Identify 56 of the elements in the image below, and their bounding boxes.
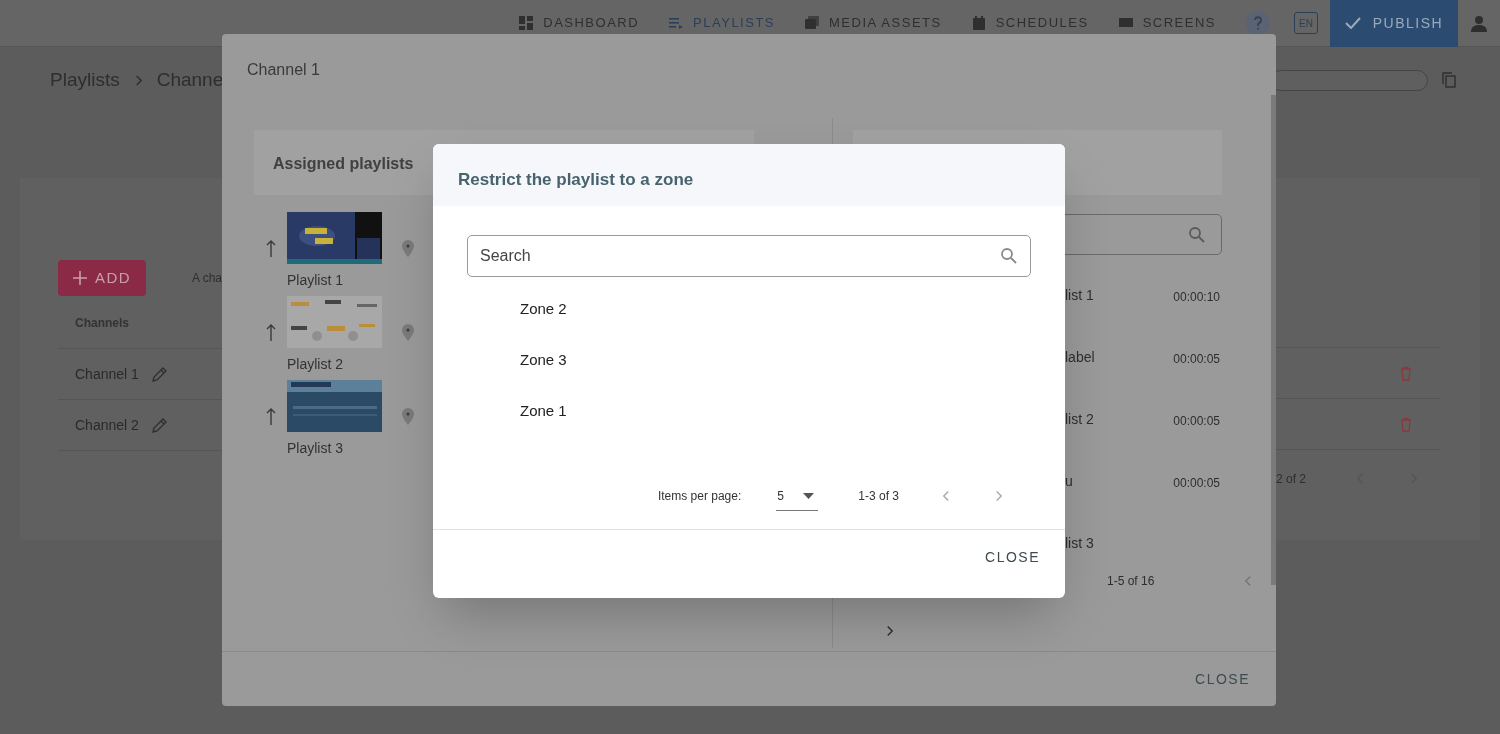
playlist-name: label (1065, 348, 1095, 367)
playlist-name: Playlist 3 (287, 439, 345, 458)
playlist-name: list 3 (1065, 534, 1094, 553)
dialog-title: Restrict the playlist to a zone (433, 144, 1065, 206)
duration: 00:00:05 (1173, 413, 1220, 430)
close-button[interactable]: CLOSE (985, 547, 1040, 568)
reorder-icon[interactable] (266, 324, 276, 342)
user-icon[interactable] (1471, 14, 1487, 32)
close-button[interactable]: CLOSE (1195, 668, 1250, 690)
plus-icon (72, 271, 87, 285)
playlist-name: list 2 (1065, 410, 1094, 429)
language-button[interactable]: EN (1294, 12, 1318, 34)
playlist-name: list 1 (1065, 286, 1094, 305)
monitor-icon (1118, 16, 1133, 30)
location-pin-icon[interactable] (402, 240, 414, 257)
dashboard-icon (519, 16, 534, 30)
search-field[interactable]: Search (467, 235, 1031, 277)
image-icon (805, 16, 819, 30)
trash-icon[interactable] (1400, 365, 1412, 381)
playlist-name: u (1065, 472, 1073, 491)
nav-tab[interactable]: PLAYLISTS (669, 0, 775, 47)
add-button[interactable]: ADD (58, 260, 146, 296)
scrollbar[interactable] (1271, 95, 1276, 585)
items-per-page-label: Items per page: (657, 488, 742, 505)
next-page-icon[interactable] (885, 624, 894, 638)
help-icon[interactable] (1246, 11, 1270, 35)
zone-item[interactable]: Zone 2 (520, 295, 720, 346)
previous-page-icon[interactable] (942, 489, 951, 503)
duration: 00:00:10 (1173, 289, 1220, 306)
reorder-icon[interactable] (266, 240, 276, 258)
list-icon (669, 16, 684, 30)
copy-icon[interactable] (1442, 72, 1456, 88)
zone-item[interactable]: Zone 3 (520, 346, 720, 397)
location-pin-icon[interactable] (402, 408, 414, 425)
dialog-title: Channel 1 (246, 60, 321, 80)
calendar-icon (971, 16, 986, 30)
dropdown-arrow-icon (803, 492, 815, 499)
pagination-range: 1-3 of 3 (858, 488, 899, 505)
chevron-right-icon[interactable] (133, 73, 143, 87)
playlist-name: Playlist 1 (287, 271, 345, 290)
check-icon (1344, 17, 1361, 29)
pencil-icon[interactable] (150, 365, 168, 383)
pencil-icon[interactable] (150, 416, 168, 434)
search-icon (1188, 226, 1205, 243)
location-pin-icon[interactable] (402, 324, 414, 341)
duration: 00:00:05 (1173, 475, 1220, 492)
trash-icon[interactable] (1400, 416, 1412, 432)
next-page-icon[interactable] (994, 489, 1003, 503)
search-icon (1000, 247, 1017, 264)
duration: 00:00:05 (1173, 351, 1220, 368)
reorder-icon[interactable] (266, 408, 276, 426)
publish-button[interactable]: PUBLISH (1330, 0, 1458, 47)
page-size-select[interactable]: 5 (776, 481, 819, 511)
zone-item[interactable]: Zone 1 (520, 397, 720, 448)
playlist-name: Playlist 2 (287, 355, 345, 374)
pagination-range: 1-5 of 16 (1107, 573, 1155, 590)
